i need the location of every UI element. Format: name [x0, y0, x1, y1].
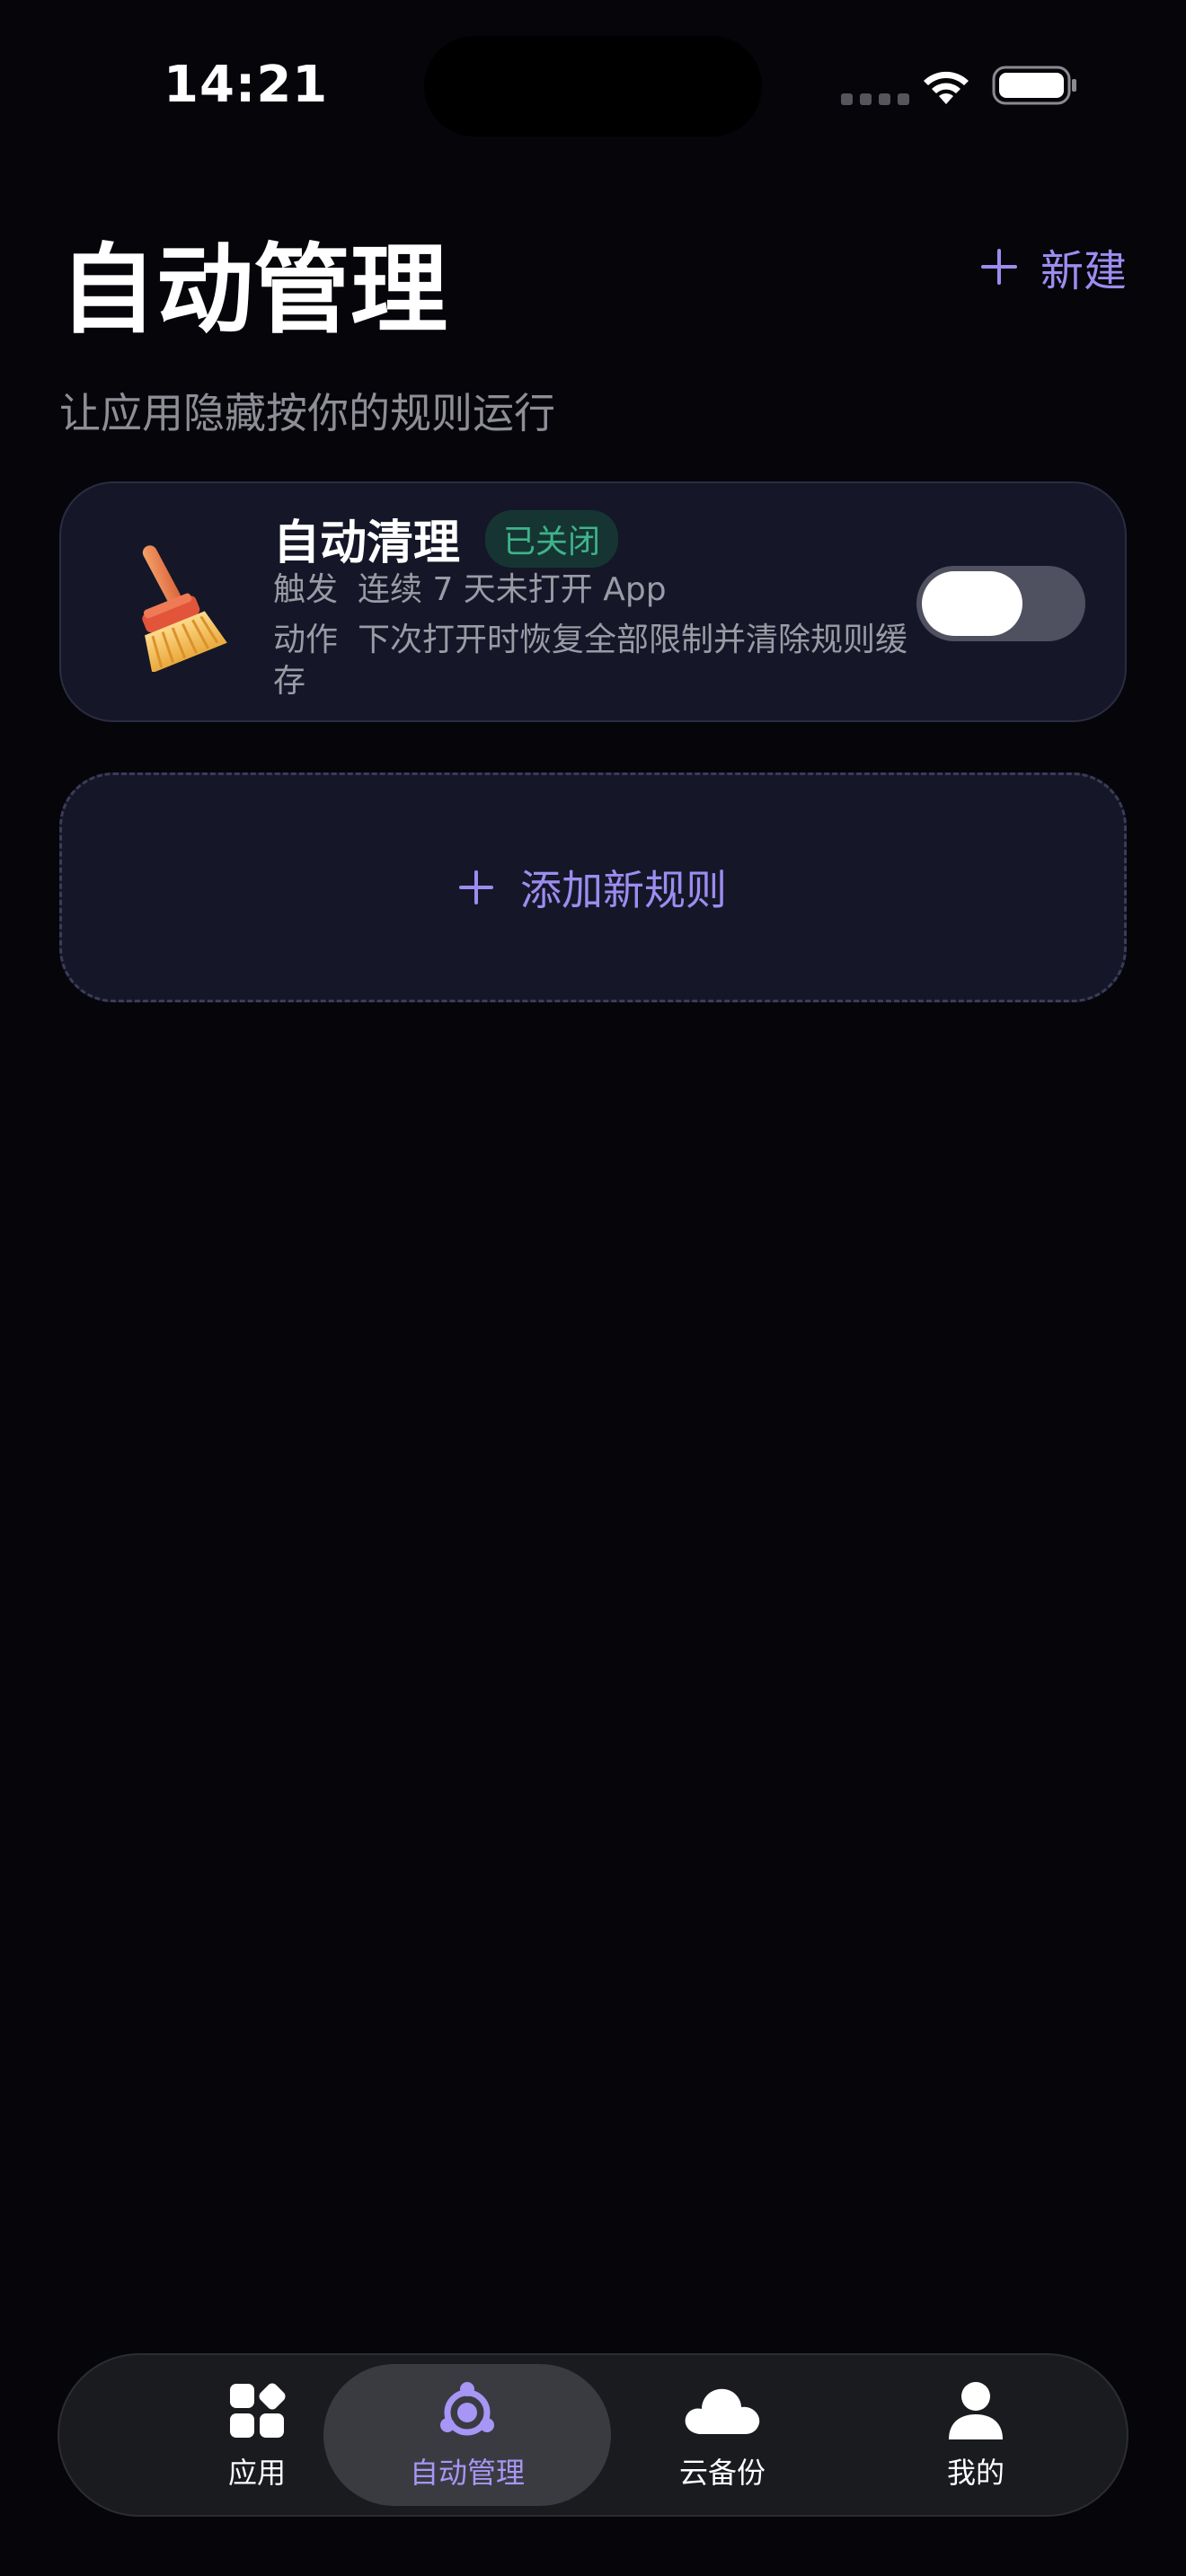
rule-trigger: 触发 连续 7 天未打开 App — [273, 569, 938, 611]
tab-profile[interactable]: 我的 — [832, 2364, 1120, 2506]
rule-title-row: 自动清理 已关闭 — [273, 505, 619, 572]
tab-profile-label: 我的 — [946, 2456, 1005, 2490]
tab-apps-label: 应用 — [227, 2456, 286, 2490]
plus-icon — [459, 870, 493, 904]
rule-card-auto-clean[interactable]: 自动清理 已关闭 触发 连续 7 天未打开 App 动作 下次打开时恢复全部限制并清… — [59, 481, 1127, 722]
rule-title: 自动清理 — [273, 516, 461, 570]
apps-icon — [230, 2383, 286, 2438]
tab-bar: 应用 自动管理 云备份 我的 — [58, 2353, 1128, 2517]
cellular-signal-icon — [841, 93, 909, 105]
rule-action: 动作 下次打开时恢复全部限制并清除规则缓存 — [273, 620, 938, 702]
add-rule-label: 添加新规则 — [520, 866, 727, 914]
new-button[interactable]: 新建 — [980, 235, 1127, 298]
cloud-icon — [685, 2388, 760, 2434]
tab-automation[interactable]: 自动管理 — [323, 2364, 611, 2506]
trigger-label: 触发 — [273, 571, 339, 608]
automation-icon — [440, 2382, 494, 2436]
add-rule-button[interactable]: 添加新规则 — [59, 772, 1127, 1002]
action-label: 动作 — [273, 622, 339, 658]
dynamic-island — [424, 36, 762, 137]
action-value: 下次打开时恢复全部限制并清除规则缓存 — [273, 622, 908, 700]
tab-cloud-backup-label: 云备份 — [678, 2456, 766, 2490]
tab-cloud-backup[interactable]: 云备份 — [579, 2364, 866, 2506]
broom-icon — [142, 545, 227, 672]
page-subtitle: 让应用隐藏按你的规则运行 — [59, 389, 555, 437]
page-title: 自动管理 — [59, 234, 448, 347]
person-icon — [949, 2382, 1003, 2439]
wifi-icon — [924, 71, 969, 104]
plus-icon — [980, 249, 1017, 285]
toggle-knob — [922, 571, 1022, 636]
trigger-value: 连续 7 天未打开 App — [358, 571, 667, 608]
battery-icon — [992, 66, 1076, 105]
new-button-label: 新建 — [1040, 246, 1127, 296]
status-badge: 已关闭 — [485, 509, 619, 568]
tab-automation-label: 自动管理 — [409, 2456, 525, 2490]
rule-enabled-toggle[interactable] — [916, 566, 1085, 641]
status-time: 14:21 — [164, 56, 329, 114]
